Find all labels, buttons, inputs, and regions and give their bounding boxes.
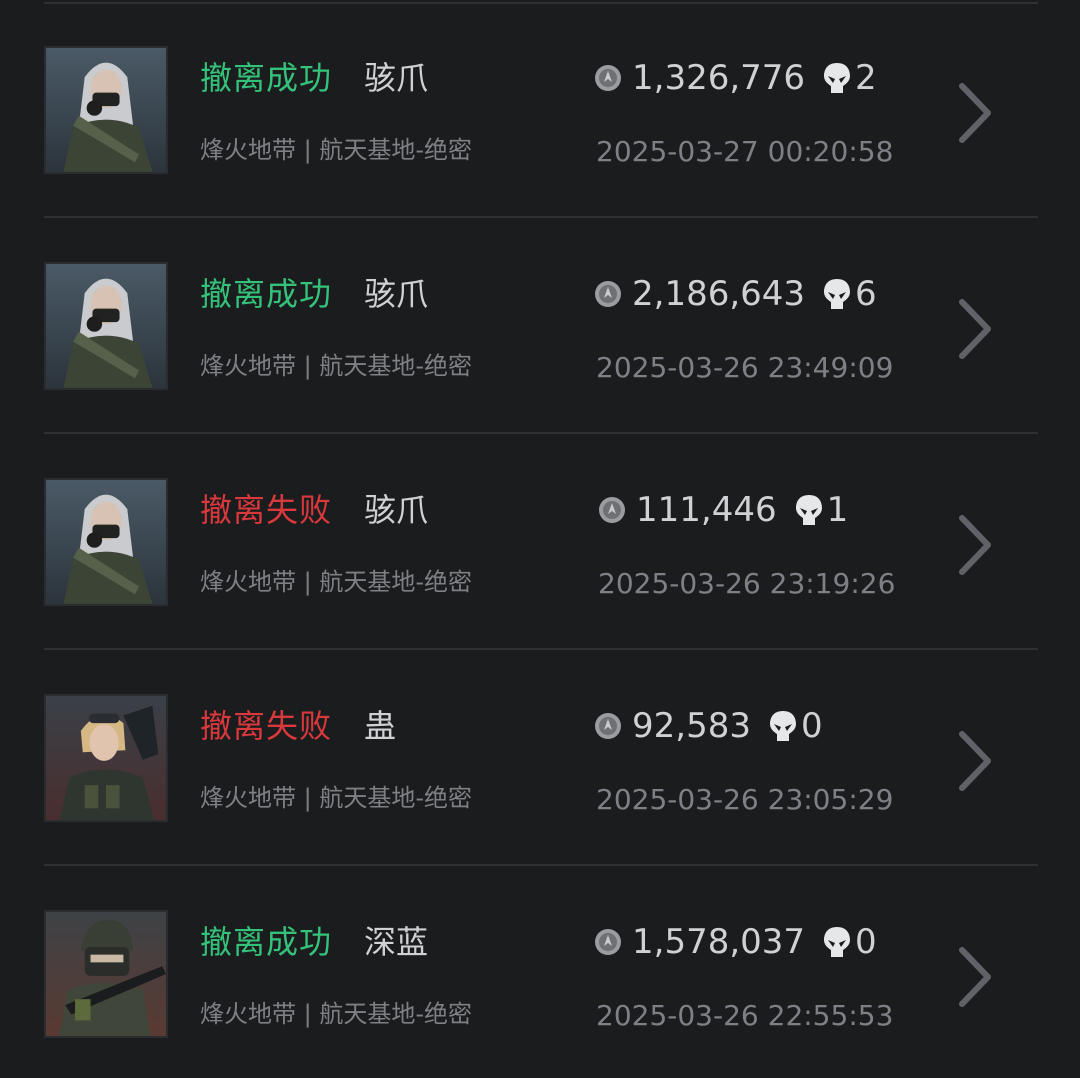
operator-avatar (44, 910, 168, 1038)
operator-name: 骇爪 (364, 491, 429, 529)
avatar-female-silver-hair (46, 480, 166, 604)
extracted-value: 92,583 (632, 706, 751, 746)
match-timestamp: 2025-03-26 23:49:09 (596, 351, 894, 384)
match-stats: 2,186,643 6 (594, 270, 877, 318)
match-record-row[interactable]: 撤离失败 蛊 烽火地带 | 航天基地-绝密 92,583 0 2025-03-2… (0, 650, 1080, 866)
extracted-value: 2,186,643 (632, 274, 806, 314)
operator-avatar (44, 694, 168, 822)
match-stats: 1,578,037 0 (594, 918, 877, 966)
avatar-female-silver-hair (46, 264, 166, 388)
avatar-helmeted-soldier (46, 912, 166, 1036)
extracted-value: 111,446 (636, 490, 777, 530)
operator-name: 蛊 (364, 707, 397, 745)
match-timestamp: 2025-03-27 00:20:58 (596, 135, 894, 168)
kill-count: 6 (855, 274, 877, 314)
operator-avatar (44, 262, 168, 390)
skull-icon (795, 495, 822, 525)
map-name: 烽火地带 | 航天基地-绝密 (200, 136, 473, 164)
match-stats: 1,326,776 2 (594, 54, 877, 102)
match-record-row[interactable]: 撤离失败 骇爪 烽火地带 | 航天基地-绝密 111,446 1 2025-03… (0, 434, 1080, 650)
operator-name: 骇爪 (364, 59, 429, 97)
coin-icon (599, 497, 625, 523)
extraction-status: 撤离失败 (200, 491, 333, 529)
coin-icon (595, 929, 621, 955)
match-record-row[interactable]: 撤离成功 骇爪 烽火地带 | 航天基地-绝密 2,186,643 6 2025-… (0, 218, 1080, 434)
extracted-value: 1,578,037 (632, 922, 806, 962)
skull-icon (824, 927, 851, 957)
coin-icon (595, 713, 621, 739)
map-name: 烽火地带 | 航天基地-绝密 (200, 1000, 473, 1028)
match-stats: 92,583 0 (594, 702, 823, 750)
match-timestamp: 2025-03-26 23:05:29 (596, 783, 894, 816)
operator-avatar (44, 478, 168, 606)
skull-icon (769, 711, 796, 741)
match-timestamp: 2025-03-26 22:55:53 (596, 999, 894, 1032)
map-name: 烽火地带 | 航天基地-绝密 (200, 352, 473, 380)
chevron-right-icon[interactable] (950, 944, 998, 1010)
skull-icon (824, 63, 851, 93)
avatar-female-blonde-goggles (46, 696, 166, 820)
operator-avatar (44, 46, 168, 174)
coin-icon (595, 65, 621, 91)
coin-icon (595, 281, 621, 307)
operator-name: 骇爪 (364, 275, 429, 313)
match-record-list: 撤离成功 骇爪 烽火地带 | 航天基地-绝密 1,326,776 2 2025-… (0, 0, 1080, 1078)
extracted-value: 1,326,776 (632, 58, 806, 98)
avatar-female-silver-hair (46, 48, 166, 172)
kill-count: 1 (826, 490, 849, 530)
match-record-row[interactable]: 撤离成功 骇爪 烽火地带 | 航天基地-绝密 1,326,776 2 2025-… (0, 2, 1080, 218)
skull-icon (824, 279, 851, 309)
map-name: 烽火地带 | 航天基地-绝密 (200, 568, 473, 596)
chevron-right-icon[interactable] (950, 728, 998, 794)
chevron-right-icon[interactable] (950, 80, 998, 146)
extraction-status: 撤离成功 (200, 275, 333, 313)
kill-count: 0 (800, 706, 823, 746)
extraction-status: 撤离失败 (200, 707, 333, 745)
extraction-status: 撤离成功 (200, 59, 333, 97)
kill-count: 2 (855, 58, 877, 98)
operator-name: 深蓝 (364, 923, 429, 961)
match-record-row[interactable]: 撤离成功 深蓝 烽火地带 | 航天基地-绝密 1,578,037 0 2025-… (0, 866, 1080, 1078)
match-stats: 111,446 1 (598, 486, 848, 534)
extraction-status: 撤离成功 (200, 923, 333, 961)
kill-count: 0 (855, 922, 877, 962)
match-timestamp: 2025-03-26 23:19:26 (598, 567, 896, 600)
chevron-right-icon[interactable] (950, 296, 998, 362)
map-name: 烽火地带 | 航天基地-绝密 (200, 784, 473, 812)
chevron-right-icon[interactable] (950, 512, 998, 578)
